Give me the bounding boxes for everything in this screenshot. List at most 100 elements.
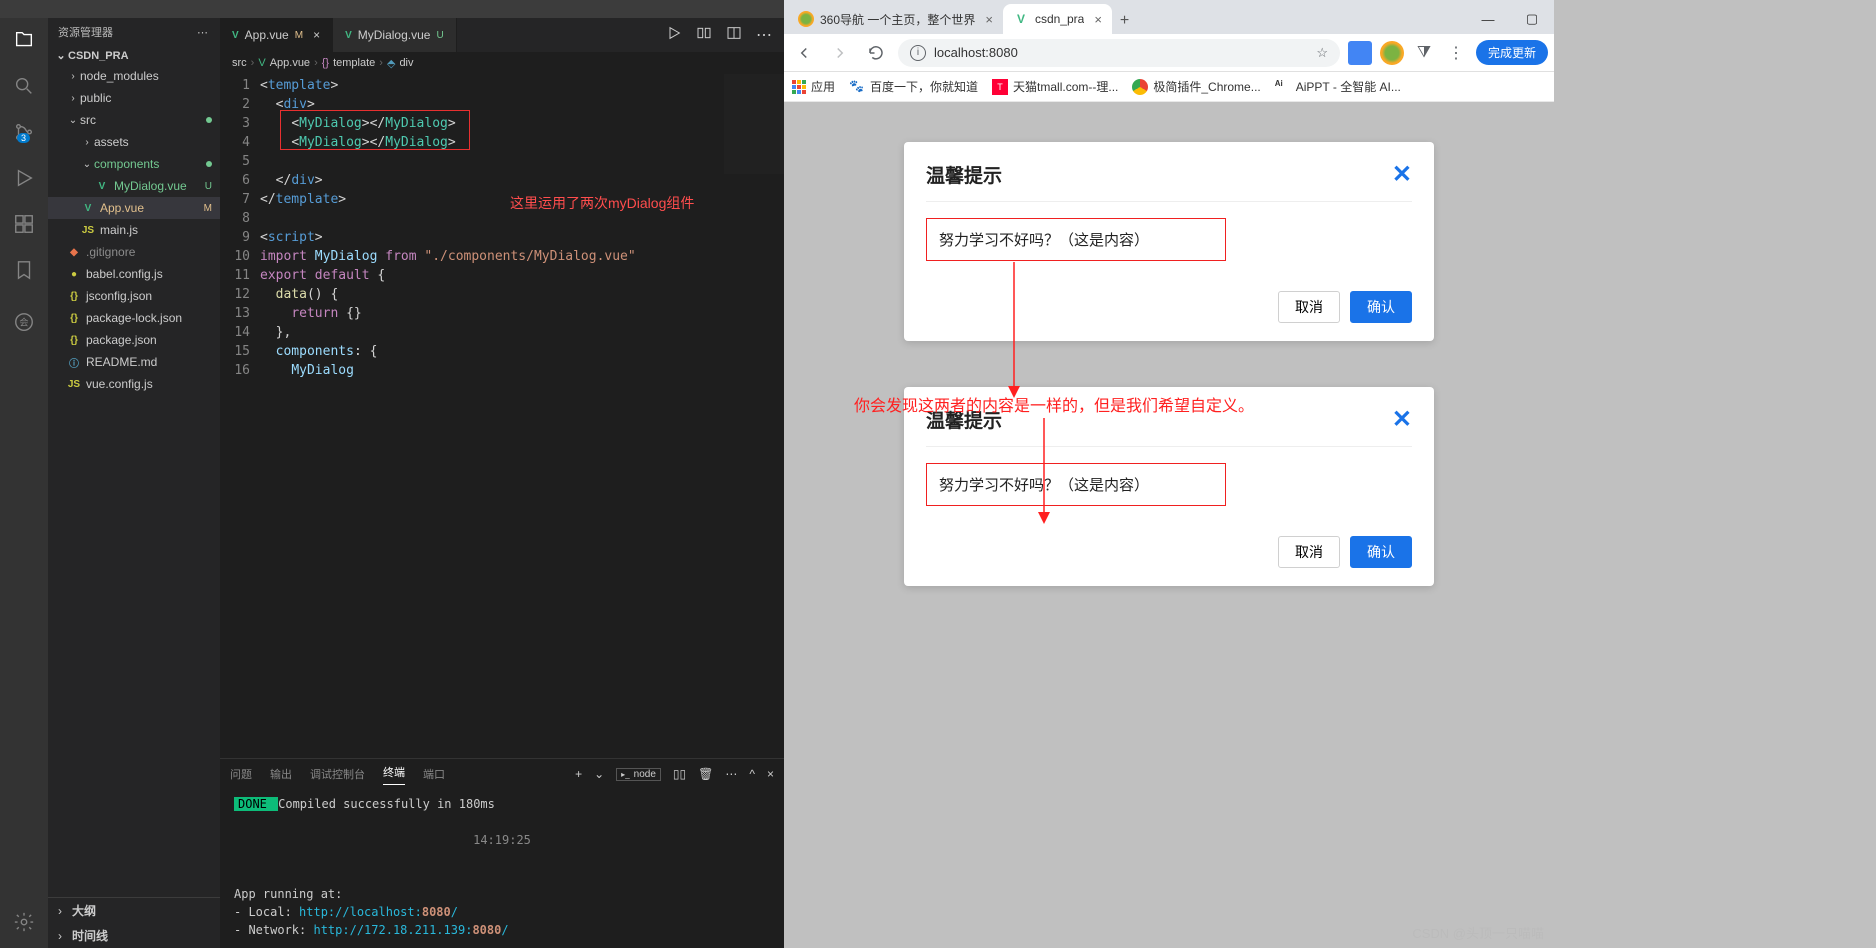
more-icon[interactable]: ⋯ xyxy=(756,25,772,45)
maximize-icon[interactable]: ^ xyxy=(749,767,755,781)
compare-icon[interactable] xyxy=(696,25,712,46)
tab-problems[interactable]: 问题 xyxy=(230,766,252,782)
crumb-div[interactable]: ⬘div xyxy=(387,57,414,70)
extensions-icon[interactable] xyxy=(12,212,36,236)
dialog-2: 温馨提示 ✕ 努力学习不好吗？（这是内容） 取消 确认 xyxy=(904,387,1434,586)
cancel-button[interactable]: 取消 xyxy=(1278,536,1340,568)
bookmark-baidu[interactable]: 🐾百度一下，你就知道 xyxy=(849,78,978,95)
browser-tab-csdn[interactable]: V csdn_pra × xyxy=(1003,4,1112,34)
tab-ports[interactable]: 端口 xyxy=(423,766,445,782)
explorer-title: 资源管理器 xyxy=(58,24,113,40)
bookmark-star-icon[interactable]: ☆ xyxy=(1316,45,1328,61)
code-editor[interactable]: 12345678910111213141516 <template> <div>… xyxy=(220,74,784,758)
file-main-js[interactable]: JSmain.js xyxy=(48,219,220,241)
js-icon: JS xyxy=(66,376,82,392)
ext-translate-icon[interactable] xyxy=(1348,41,1372,65)
bookmark-aippt[interactable]: AiAiPPT - 全智能 AI... xyxy=(1275,78,1401,95)
address-bar[interactable]: i localhost:8080 ☆ xyxy=(898,39,1340,67)
scm-icon[interactable]: 3 xyxy=(12,120,36,144)
file-package-lock[interactable]: {}package-lock.json xyxy=(48,307,220,329)
tab-terminal[interactable]: 终端 xyxy=(383,764,405,785)
file-vue-config[interactable]: JSvue.config.js xyxy=(48,373,220,395)
close-icon[interactable]: × xyxy=(985,12,993,27)
project-row[interactable]: ⌄ CSDN_PRA xyxy=(48,46,220,65)
settings-gear-icon[interactable] xyxy=(12,910,36,934)
maximize-icon[interactable]: ▢ xyxy=(1510,4,1554,34)
bookmark-icon[interactable] xyxy=(12,258,36,282)
folder-node-modules[interactable]: ›node_modules xyxy=(48,65,220,87)
outline-section[interactable]: ›大纲 xyxy=(48,898,220,923)
breadcrumb[interactable]: src› VApp.vue› {}template› ⬘div xyxy=(220,52,784,74)
file-gitignore[interactable]: ◆.gitignore xyxy=(48,241,220,263)
dialog-footer: 取消 确认 xyxy=(926,291,1412,323)
confirm-button[interactable]: 确认 xyxy=(1350,536,1412,568)
modified-dot-icon xyxy=(206,161,212,167)
menu-icon[interactable]: ⋮ xyxy=(1444,41,1468,65)
reload-button[interactable] xyxy=(862,39,890,67)
browser-tab-360[interactable]: 360导航 一个主页，整个世界 × xyxy=(788,4,1003,34)
file-jsconfig[interactable]: {}jsconfig.json xyxy=(48,285,220,307)
minimize-icon[interactable]: — xyxy=(1466,4,1510,34)
tab-mydialog-vue[interactable]: V MyDialog.vue U xyxy=(333,18,457,52)
split-terminal-icon[interactable]: ▯▯ xyxy=(673,767,686,781)
minimap[interactable] xyxy=(724,74,784,174)
window-controls: — ▢ xyxy=(1466,4,1554,34)
trash-icon[interactable]: 🗑 xyxy=(698,767,713,781)
run-icon[interactable] xyxy=(666,25,682,46)
terminal-selector[interactable]: ▸_node xyxy=(616,768,661,781)
close-icon[interactable]: ✕ xyxy=(1392,405,1412,434)
close-panel-icon[interactable]: × xyxy=(767,767,774,781)
explorer-more-icon[interactable]: ⋯ xyxy=(197,26,210,39)
timeline-section[interactable]: ›时间线 xyxy=(48,923,220,948)
dialog-content: 努力学习不好吗？（这是内容） xyxy=(926,463,1226,506)
more-icon[interactable]: ⋯ xyxy=(725,767,737,781)
account-circle-icon[interactable]: 会 xyxy=(12,310,36,334)
folder-src[interactable]: ⌄src xyxy=(48,109,220,131)
extensions-icon[interactable]: ⧩ xyxy=(1412,41,1436,65)
vue-icon: V xyxy=(94,178,110,194)
tab-app-vue[interactable]: V App.vue M × xyxy=(220,18,333,52)
back-button[interactable] xyxy=(790,39,818,67)
update-button[interactable]: 完成更新 xyxy=(1476,40,1548,65)
file-readme[interactable]: ⓘREADME.md xyxy=(48,351,220,373)
bookmark-chrome-ext[interactable]: 极简插件_Chrome... xyxy=(1132,78,1260,95)
dialog-footer: 取消 确认 xyxy=(926,536,1412,568)
apps-shortcut[interactable]: 应用 xyxy=(792,78,835,95)
site-info-icon[interactable]: i xyxy=(910,45,926,61)
ext-360-icon[interactable] xyxy=(1380,41,1404,65)
folder-public[interactable]: ›public xyxy=(48,87,220,109)
tab-output[interactable]: 输出 xyxy=(270,766,292,782)
code-content[interactable]: <template> <div> <MyDialog></MyDialog> <… xyxy=(260,74,784,758)
bookmark-tmall[interactable]: T天猫tmall.com--理... xyxy=(992,78,1118,95)
close-icon[interactable]: × xyxy=(1094,12,1102,27)
terminal-output[interactable]: DONE Compiled successfully in 180ms 14:1… xyxy=(220,789,784,948)
new-terminal-icon[interactable]: + xyxy=(575,767,582,781)
tab-debug-console[interactable]: 调试控制台 xyxy=(310,766,365,782)
search-icon[interactable] xyxy=(12,74,36,98)
crumb-app[interactable]: VApp.vue xyxy=(258,57,310,69)
forward-button[interactable] xyxy=(826,39,854,67)
folder-assets[interactable]: ›assets xyxy=(48,131,220,153)
split-icon[interactable] xyxy=(726,25,742,46)
vscode-titlebar xyxy=(0,0,784,18)
close-icon[interactable]: × xyxy=(313,28,320,42)
dialog-header: 温馨提示 ✕ xyxy=(926,160,1412,202)
file-app-vue[interactable]: VApp.vueM xyxy=(48,197,220,219)
crumb-src[interactable]: src xyxy=(232,57,247,69)
cancel-button[interactable]: 取消 xyxy=(1278,291,1340,323)
json-icon: {} xyxy=(66,332,82,348)
terminal-dropdown-icon[interactable]: ⌄ xyxy=(594,767,604,781)
editor-actions: ⋯ xyxy=(666,18,784,52)
confirm-button[interactable]: 确认 xyxy=(1350,291,1412,323)
explorer-icon[interactable] xyxy=(12,28,36,52)
new-tab-button[interactable]: + xyxy=(1112,8,1137,34)
file-babel-config[interactable]: ●babel.config.js xyxy=(48,263,220,285)
folder-components[interactable]: ⌄components xyxy=(48,153,220,175)
aippt-icon: Ai xyxy=(1275,79,1291,95)
apps-grid-icon xyxy=(792,80,806,94)
run-icon[interactable] xyxy=(12,166,36,190)
file-mydialog-vue[interactable]: VMyDialog.vueU xyxy=(48,175,220,197)
close-icon[interactable]: ✕ xyxy=(1392,160,1412,189)
crumb-template[interactable]: {}template xyxy=(322,57,376,69)
file-package-json[interactable]: {}package.json xyxy=(48,329,220,351)
